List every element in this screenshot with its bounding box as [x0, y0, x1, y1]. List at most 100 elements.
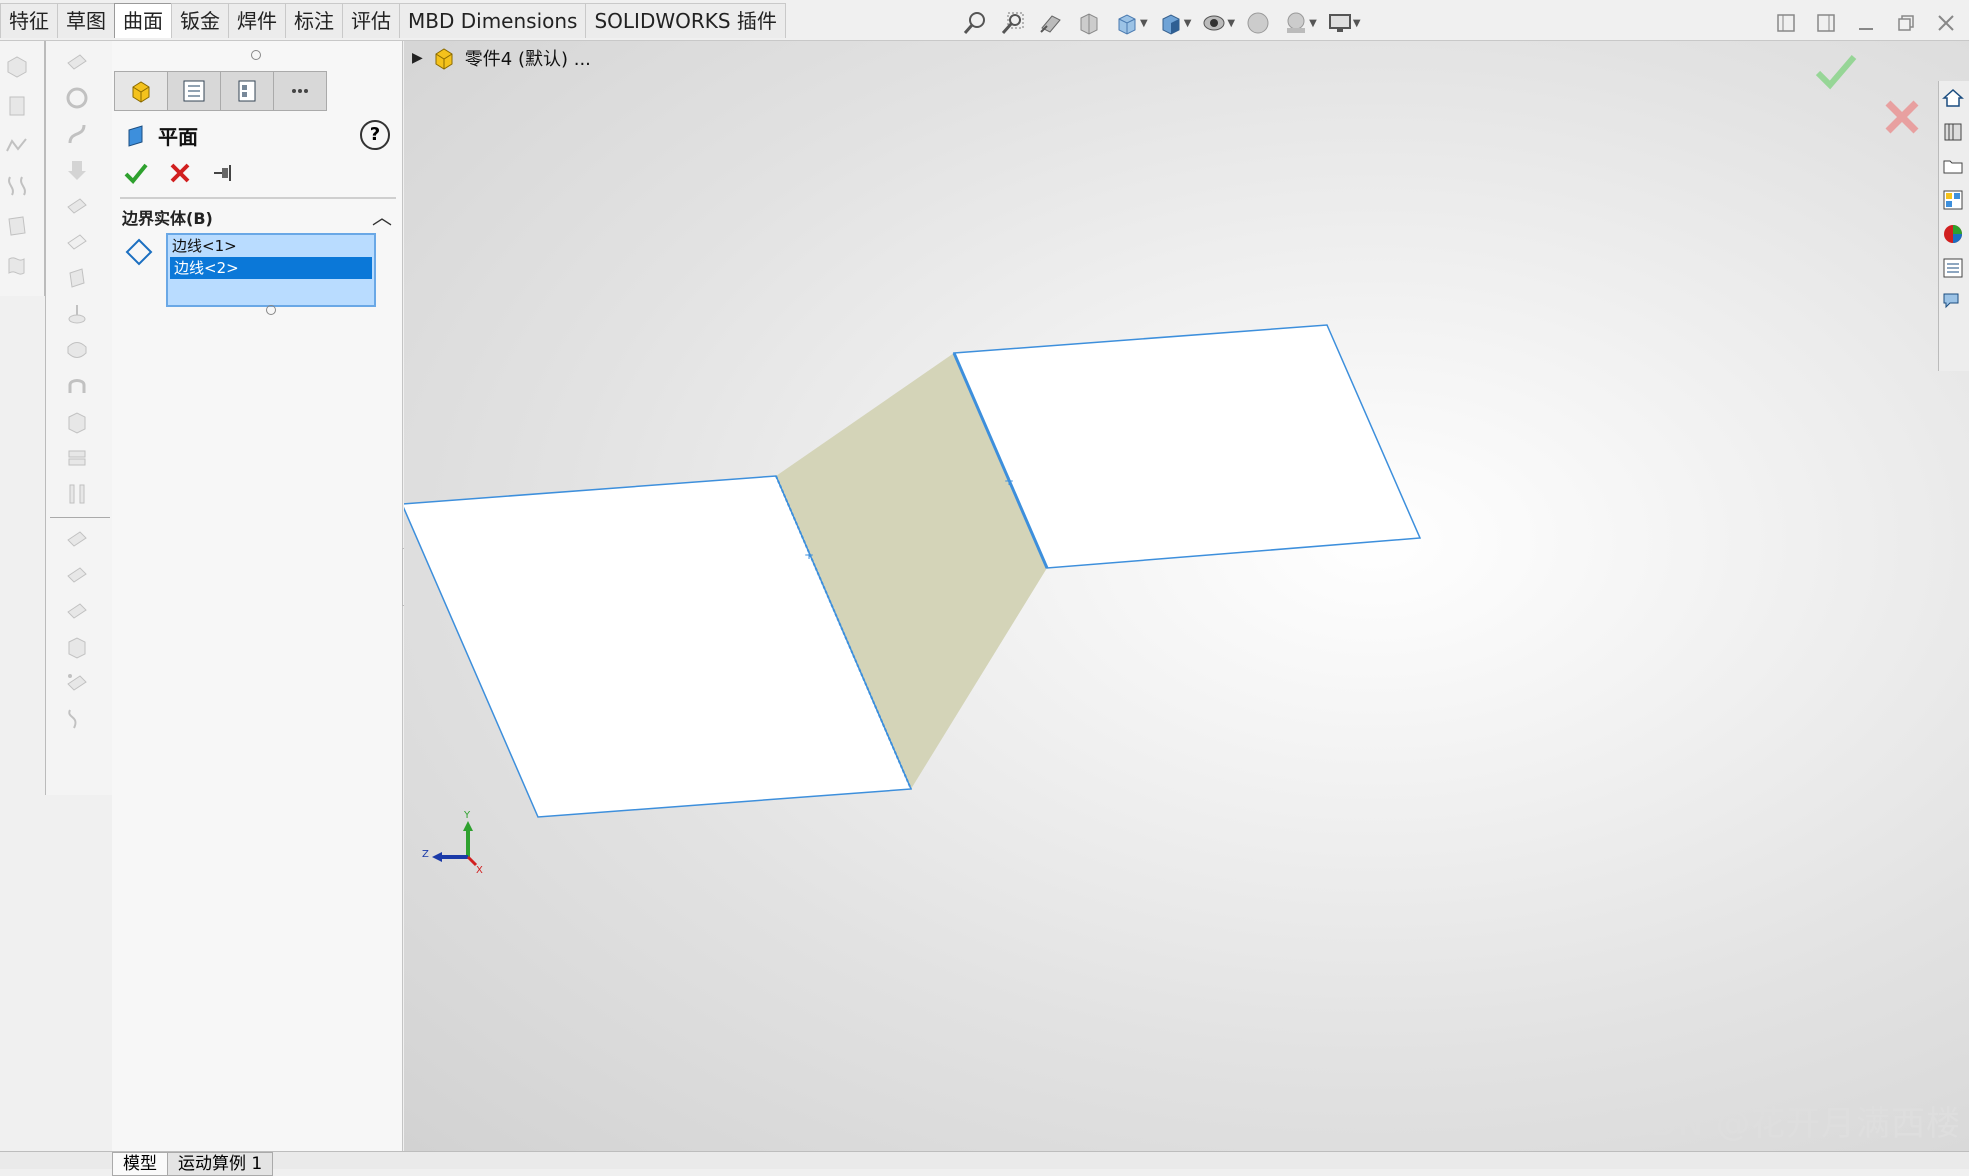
- solidworks-resources-icon[interactable]: [1939, 81, 1967, 115]
- apply-scene-icon[interactable]: [1281, 9, 1311, 37]
- feature-title: 平面: [158, 125, 198, 149]
- bounding-entities-section[interactable]: 边界实体(B) ︿: [120, 197, 396, 231]
- list-item[interactable]: 边线<1>: [168, 235, 374, 257]
- help-button[interactable]: ?: [360, 120, 390, 150]
- cut-with-surface-icon[interactable]: [60, 524, 94, 554]
- ok-button[interactable]: [122, 159, 150, 187]
- tab-annotation[interactable]: 标注: [285, 3, 343, 38]
- reference-geometry-icon[interactable]: [60, 668, 94, 698]
- close-icon[interactable]: [1933, 10, 1959, 36]
- surface-flatten-icon[interactable]: [60, 155, 94, 185]
- extend-surface-icon[interactable]: [60, 263, 94, 293]
- thickened-cut-icon[interactable]: [60, 479, 94, 509]
- chevron-down-icon[interactable]: ▼: [1353, 18, 1361, 29]
- surface-copy-icon[interactable]: [60, 596, 94, 626]
- task-pane-tabs: [1938, 81, 1969, 371]
- tab-surfaces[interactable]: 曲面: [114, 3, 172, 38]
- command-tabs: 特征 草图 曲面 钣金 焊件 标注 评估 MBD Dimensions SOLI…: [0, 3, 786, 39]
- chevron-down-icon[interactable]: ▼: [1140, 18, 1148, 29]
- model-tabs: 模型 运动算例 1: [112, 1152, 274, 1176]
- file-explorer-icon[interactable]: [1939, 149, 1967, 183]
- thicken-icon[interactable]: [60, 443, 94, 473]
- restore-left-panel-icon[interactable]: [1773, 10, 1799, 36]
- curves-icon[interactable]: [60, 704, 94, 734]
- appearances-scenes-icon[interactable]: [1939, 217, 1967, 251]
- replace-face-icon[interactable]: [60, 227, 94, 257]
- chevron-down-icon[interactable]: ▼: [1309, 18, 1317, 29]
- panel-resize-handle[interactable]: [251, 50, 261, 60]
- display-style-icon[interactable]: [1156, 9, 1186, 37]
- list-resize-handle[interactable]: [266, 305, 276, 315]
- swept-surface-icon[interactable]: [0, 131, 34, 161]
- tab-more[interactable]: [273, 71, 327, 111]
- section-view-icon[interactable]: [1074, 9, 1104, 37]
- confirm-corner-checkmark-icon[interactable]: [1814, 51, 1858, 91]
- bounding-entities-list[interactable]: 边线<1> 边线<2>: [166, 233, 376, 307]
- chevron-up-icon[interactable]: ︿: [372, 201, 392, 230]
- edge-midpoint-marker: +: [804, 548, 814, 562]
- boundary-surface-icon[interactable]: [0, 211, 34, 241]
- tab-mbd-dimensions[interactable]: MBD Dimensions: [399, 3, 587, 38]
- surface-move-icon[interactable]: [60, 560, 94, 590]
- trim-surface-icon[interactable]: [60, 299, 94, 329]
- planar-surface-icon[interactable]: [60, 47, 94, 77]
- untrim-surface-icon[interactable]: [60, 335, 94, 365]
- view-settings-icon[interactable]: [1325, 9, 1355, 37]
- surface-edit-tools-strip: [45, 41, 113, 795]
- restore-window-icon[interactable]: [1893, 10, 1919, 36]
- planar-surface-icon: [128, 124, 143, 147]
- more-icon: [292, 89, 308, 93]
- tab-solidworks-addins[interactable]: SOLIDWORKS 插件: [585, 3, 786, 38]
- forum-icon[interactable]: [1939, 285, 1967, 319]
- zoom-to-fit-icon[interactable]: [960, 9, 990, 37]
- keep-visible-button[interactable]: [210, 159, 238, 187]
- delete-face-icon[interactable]: [60, 191, 94, 221]
- y-axis-label: Y: [463, 810, 471, 821]
- surface-fillet-icon[interactable]: [60, 371, 94, 401]
- tab-evaluate[interactable]: 评估: [342, 3, 400, 38]
- tab-configuration-manager[interactable]: [220, 71, 274, 111]
- tab-feature-manager[interactable]: [114, 71, 168, 111]
- ruled-surface-icon[interactable]: [60, 119, 94, 149]
- tab-sheet-metal[interactable]: 钣金: [171, 3, 229, 38]
- window-controls: [1773, 10, 1959, 36]
- knit-surface-icon[interactable]: [60, 407, 94, 437]
- restore-right-panel-icon[interactable]: [1813, 10, 1839, 36]
- hide-show-items-icon[interactable]: [1199, 9, 1229, 37]
- edge-selection-icon: [125, 238, 153, 266]
- pushpin-icon: [214, 165, 231, 181]
- chevron-down-icon[interactable]: ▼: [1227, 18, 1235, 29]
- design-library-icon[interactable]: [1939, 115, 1967, 149]
- tab-weldments[interactable]: 焊件: [228, 3, 286, 38]
- z-axis-label: Z: [422, 849, 429, 860]
- offset-surface-icon[interactable]: [60, 83, 94, 113]
- feature-title-row: 平面: [126, 121, 198, 150]
- lofted-surface-icon[interactable]: [0, 171, 34, 201]
- view-palette-icon[interactable]: [1939, 183, 1967, 217]
- confirm-corner-cancel-icon[interactable]: [1882, 97, 1922, 137]
- minimize-icon[interactable]: [1853, 10, 1879, 36]
- surface-body-menu-icon[interactable]: [60, 632, 94, 662]
- tab-motion-study[interactable]: 运动算例 1: [167, 1152, 274, 1176]
- custom-properties-icon[interactable]: [1939, 251, 1967, 285]
- edit-appearance-icon[interactable]: [1243, 9, 1273, 37]
- revolved-surface-icon[interactable]: [0, 91, 34, 121]
- command-manager-tabbar: 特征 草图 曲面 钣金 焊件 标注 评估 MBD Dimensions SOLI…: [0, 0, 1969, 41]
- manager-tabs: [114, 71, 327, 111]
- x-axis-label: X: [476, 865, 483, 876]
- tab-features[interactable]: 特征: [0, 3, 58, 38]
- surface-tools-strip: [0, 41, 45, 296]
- graphics-area[interactable]: ▶ 零件4 (默认) ... + + Y Z X CSDN @花开月满西楼: [404, 41, 1969, 1151]
- view-orientation-icon[interactable]: [1112, 9, 1142, 37]
- tab-property-manager[interactable]: [167, 71, 221, 111]
- chevron-down-icon[interactable]: ▼: [1184, 18, 1192, 29]
- extruded-surface-icon[interactable]: [0, 51, 34, 81]
- zoom-to-area-icon[interactable]: [998, 9, 1028, 37]
- previous-view-icon[interactable]: [1036, 9, 1066, 37]
- list-item-selected[interactable]: 边线<2>: [170, 257, 372, 279]
- tab-model[interactable]: 模型: [112, 1152, 168, 1176]
- cancel-button[interactable]: [166, 159, 194, 187]
- tab-sketch[interactable]: 草图: [57, 3, 115, 38]
- filled-surface-icon[interactable]: [0, 251, 34, 281]
- part-icon: [132, 81, 150, 103]
